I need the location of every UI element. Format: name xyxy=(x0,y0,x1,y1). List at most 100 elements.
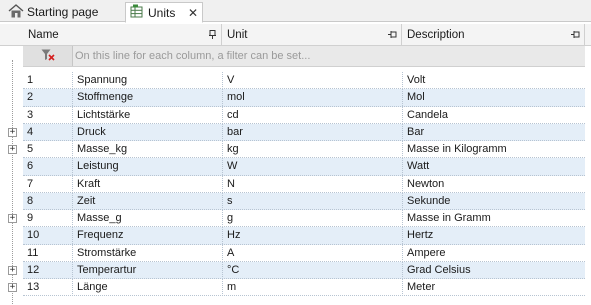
unit-cell[interactable]: Hz xyxy=(222,227,401,245)
name-cell[interactable]: Stromstärke xyxy=(72,244,221,262)
row-cells: 13 Länge m Meter xyxy=(23,279,585,297)
description-cell[interactable]: Sekunde xyxy=(402,192,585,210)
unit-cell[interactable]: s xyxy=(222,192,401,210)
tab-label: Units xyxy=(148,5,176,20)
expand-icon[interactable]: + xyxy=(8,283,17,292)
expand-icon[interactable]: + xyxy=(8,214,17,223)
row-number-cell: 6 xyxy=(27,160,34,173)
description-cell[interactable]: Watt xyxy=(402,158,585,176)
units-grid: Name Unit Description On this line for e… xyxy=(0,24,591,305)
pin-icon[interactable] xyxy=(208,30,217,39)
row-number-cell: 8 xyxy=(27,194,34,207)
tab-label: Starting page xyxy=(27,5,99,19)
unit-cell[interactable]: bar xyxy=(222,123,401,141)
name-cell[interactable]: Frequenz xyxy=(72,227,221,245)
unit-cell[interactable]: m xyxy=(222,279,401,296)
table-row[interactable]: 1 Spannung V Volt xyxy=(0,72,591,90)
row-number-cell: 2 xyxy=(27,91,34,104)
table-icon xyxy=(130,4,145,21)
unit-cell[interactable]: mol xyxy=(222,89,401,107)
description-cell[interactable]: Newton xyxy=(402,175,585,193)
table-row[interactable]: 8 Zeit s Sekunde xyxy=(0,192,591,210)
table-row[interactable]: +9 Masse_g g Masse in Gramm xyxy=(0,210,591,228)
expand-icon[interactable]: + xyxy=(8,265,17,275)
row-number-cell: 7 xyxy=(27,177,34,190)
description-cell[interactable]: Mol xyxy=(402,89,585,107)
row-number-cell: 5 xyxy=(27,143,34,155)
unit-cell[interactable]: A xyxy=(222,244,401,262)
row-number-cell: 13 xyxy=(27,281,40,293)
table-row[interactable]: 10 Frequenz Hz Hertz xyxy=(0,227,591,245)
description-cell[interactable]: Ampere xyxy=(402,244,585,262)
name-cell[interactable]: Temperartur xyxy=(72,261,221,279)
expand-icon[interactable]: + xyxy=(8,145,17,154)
column-header-unit[interactable]: Unit xyxy=(222,24,402,46)
description-cell[interactable]: Grad Celsius xyxy=(402,261,585,279)
unit-cell[interactable]: N xyxy=(222,175,401,193)
column-label: Unit xyxy=(227,29,248,41)
close-icon[interactable]: ✕ xyxy=(188,7,198,19)
row-number-cell: 1 xyxy=(27,74,34,86)
name-cell[interactable]: Masse_kg xyxy=(72,141,221,158)
unit-cell[interactable]: g xyxy=(222,210,401,227)
name-cell[interactable]: Spannung xyxy=(72,72,221,89)
pin-icon[interactable] xyxy=(571,30,580,39)
row-cells: 1 Spannung V Volt xyxy=(23,72,585,90)
description-cell[interactable]: Hertz xyxy=(402,227,585,245)
name-cell[interactable]: Druck xyxy=(72,123,221,141)
expand-icon[interactable]: + xyxy=(8,127,17,137)
row-cells: 6 Leistung W Watt xyxy=(23,158,585,176)
row-number-cell: 4 xyxy=(27,125,34,138)
name-cell[interactable]: Stoffmenge xyxy=(72,89,221,107)
description-cell[interactable]: Candela xyxy=(402,106,585,124)
column-header-description[interactable]: Description xyxy=(402,24,585,46)
unit-cell[interactable]: V xyxy=(222,72,401,89)
home-icon xyxy=(8,3,24,21)
filter-row[interactable]: On this line for each column, a filter c… xyxy=(23,46,585,67)
row-cells: 11 Stromstärke A Ampere xyxy=(23,244,585,262)
table-row[interactable]: 11 Stromstärke A Ampere xyxy=(0,244,591,262)
row-cells: 2 Stoffmenge mol Mol xyxy=(23,89,585,107)
unit-cell[interactable]: °C xyxy=(222,261,401,279)
column-header-name[interactable]: Name xyxy=(23,24,222,46)
table-row[interactable]: 6 Leistung W Watt xyxy=(0,158,591,176)
row-number-cell: 9 xyxy=(27,212,34,224)
description-cell[interactable]: Masse in Kilogramm xyxy=(402,141,585,158)
name-cell[interactable]: Länge xyxy=(72,279,221,296)
unit-cell[interactable]: kg xyxy=(222,141,401,158)
description-cell[interactable]: Masse in Gramm xyxy=(402,210,585,227)
name-cell[interactable]: Masse_g xyxy=(72,210,221,227)
description-cell[interactable]: Volt xyxy=(402,72,585,89)
description-cell[interactable]: Meter xyxy=(402,279,585,296)
row-cells: 10 Frequenz Hz Hertz xyxy=(23,227,585,245)
grid-header: Name Unit Description xyxy=(0,24,591,46)
unit-cell[interactable]: W xyxy=(222,158,401,176)
name-cell[interactable]: Zeit xyxy=(72,192,221,210)
filter-placeholder[interactable]: On this line for each column, a filter c… xyxy=(75,46,310,66)
clear-filter-icon xyxy=(41,49,55,64)
table-row[interactable]: +4 Druck bar Bar xyxy=(0,123,591,141)
table-row[interactable]: +12 Temperartur °C Grad Celsius xyxy=(0,261,591,279)
tab-starting-page[interactable]: Starting page xyxy=(4,2,112,22)
tab-bar: Starting page Units ✕ xyxy=(0,0,591,23)
table-row[interactable]: 3 Lichtstärke cd Candela xyxy=(0,106,591,124)
table-row[interactable]: +5 Masse_kg kg Masse in Kilogramm xyxy=(0,141,591,159)
clear-filter-button[interactable] xyxy=(23,46,73,66)
name-cell[interactable]: Kraft xyxy=(72,175,221,193)
description-cell[interactable]: Bar xyxy=(402,123,585,141)
row-number-cell: 3 xyxy=(27,108,34,121)
unit-cell[interactable]: cd xyxy=(222,106,401,124)
row-number-cell: 10 xyxy=(27,229,40,242)
table-row[interactable]: 7 Kraft N Newton xyxy=(0,175,591,193)
row-cells: 9 Masse_g g Masse in Gramm xyxy=(23,210,585,228)
pin-icon[interactable] xyxy=(388,30,397,39)
row-number-cell: 11 xyxy=(27,246,39,259)
tab-units[interactable]: Units ✕ xyxy=(125,2,203,23)
row-cells: 8 Zeit s Sekunde xyxy=(23,192,585,210)
table-row[interactable]: +13 Länge m Meter xyxy=(0,279,591,297)
table-row[interactable]: 2 Stoffmenge mol Mol xyxy=(0,89,591,107)
name-cell[interactable]: Lichtstärke xyxy=(72,106,221,124)
row-cells: 5 Masse_kg kg Masse in Kilogramm xyxy=(23,141,585,159)
row-cells: 4 Druck bar Bar xyxy=(23,123,585,141)
name-cell[interactable]: Leistung xyxy=(72,158,221,176)
